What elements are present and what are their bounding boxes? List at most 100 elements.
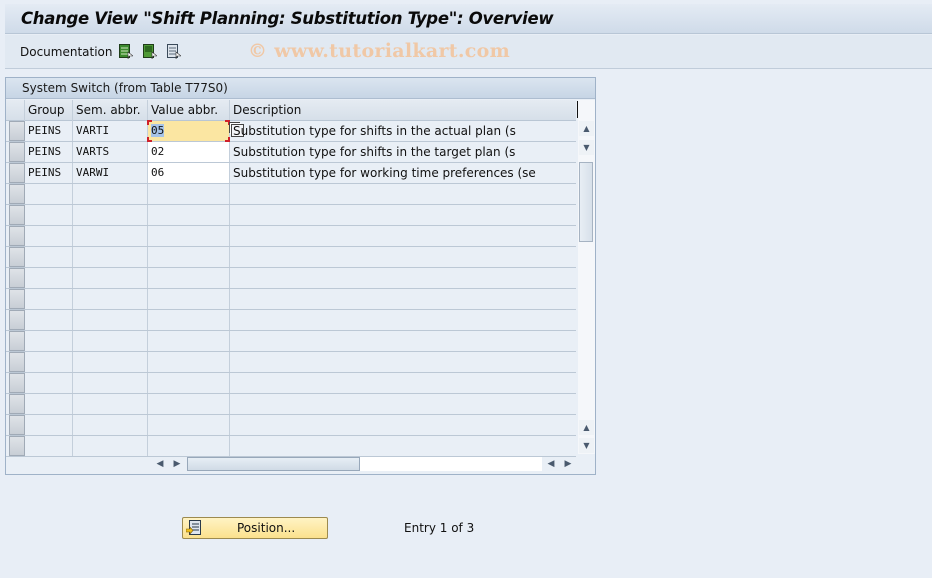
row-selector[interactable] (9, 289, 25, 309)
value-abbr-field (148, 352, 230, 372)
scroll-left-end-button[interactable]: ◀ (544, 457, 558, 471)
sem-abbr-cell (73, 394, 148, 414)
group-cell (25, 310, 73, 330)
description-cell (230, 268, 576, 288)
sem-abbr-cell (73, 289, 148, 309)
sem-abbr-cell: VARTI (73, 121, 148, 141)
cell-text: 05 (151, 124, 165, 137)
table-row (6, 436, 576, 457)
column-header-sem-abbr[interactable]: Sem. abbr. (73, 100, 148, 121)
row-selector[interactable] (9, 436, 25, 456)
watermark: © www.tutorialkart.com (248, 40, 511, 62)
group-cell: PEINS (25, 142, 73, 162)
deselect-all-icon[interactable] (167, 44, 181, 59)
row-selector[interactable] (9, 310, 25, 330)
row-selector[interactable] (9, 247, 25, 267)
panel-title: System Switch (from Table T77S0) (22, 81, 228, 95)
position-icon (186, 520, 201, 535)
row-selector[interactable] (9, 394, 25, 414)
vertical-scrollbar[interactable]: ▲ ▼ ▲ ▼ (578, 100, 595, 454)
documentation-button[interactable]: Documentation (20, 45, 113, 59)
sem-abbr-cell (73, 184, 148, 204)
group-cell (25, 394, 73, 414)
row-selector[interactable] (9, 184, 25, 204)
column-header-value-abbr[interactable]: Value abbr. (148, 100, 230, 121)
row-selector[interactable] (9, 352, 25, 372)
value-abbr-field (148, 415, 230, 435)
horizontal-scrollbar[interactable]: ◀ ▶ ◀ ▶ (151, 456, 576, 472)
row-selector[interactable] (9, 142, 25, 162)
group-cell (25, 184, 73, 204)
value-abbr-field (148, 289, 230, 309)
table-row (6, 415, 576, 436)
description-cell (230, 352, 576, 372)
row-selector[interactable] (9, 373, 25, 393)
group-cell (25, 415, 73, 435)
table-row: PEINS VARTS 02 Substitution type for shifts… (6, 142, 576, 163)
value-abbr-field[interactable]: 06 (148, 163, 230, 183)
title-bar: Change View "Shift Planning: Substitutio… (5, 4, 932, 34)
sem-abbr-cell (73, 247, 148, 267)
select-all-icon[interactable] (119, 44, 133, 59)
table-row (6, 226, 576, 247)
value-abbr-field (148, 268, 230, 288)
scroll-page-up-button[interactable]: ▲ (579, 420, 594, 435)
scroll-left-button[interactable]: ◀ (153, 457, 167, 471)
table-row (6, 184, 576, 205)
sem-abbr-cell (73, 373, 148, 393)
scroll-right-button[interactable]: ▶ (170, 457, 184, 471)
description-cell (230, 184, 576, 204)
table-row (6, 373, 576, 394)
sem-abbr-cell: VARTS (73, 142, 148, 162)
row-selector[interactable] (9, 331, 25, 351)
group-cell (25, 226, 73, 246)
table-row (6, 205, 576, 226)
focus-corner-marker (147, 120, 152, 125)
sem-abbr-cell: VARWI (73, 163, 148, 183)
table-row: PEINS VARWI 06 Substitution type for workin… (6, 163, 576, 184)
vertical-scroll-thumb[interactable] (579, 162, 593, 242)
select-all-rows-corner[interactable] (6, 100, 25, 121)
description-cell (230, 394, 576, 414)
group-cell (25, 268, 73, 288)
select-block-icon[interactable] (143, 44, 157, 59)
value-abbr-field (148, 394, 230, 414)
table-row (6, 247, 576, 268)
group-cell (25, 247, 73, 267)
sem-abbr-cell (73, 352, 148, 372)
row-selector[interactable] (9, 415, 25, 435)
value-abbr-field (148, 226, 230, 246)
group-cell: PEINS (25, 121, 73, 141)
horizontal-scroll-track[interactable] (187, 457, 542, 471)
value-abbr-field (148, 310, 230, 330)
scroll-up-button[interactable]: ▲ (579, 121, 594, 136)
entry-counter: Entry 1 of 3 (404, 521, 475, 535)
value-abbr-field[interactable]: 02 (148, 142, 230, 162)
description-cell (230, 331, 576, 351)
group-cell: PEINS (25, 163, 73, 183)
scroll-right-end-button[interactable]: ▶ (561, 457, 575, 471)
horizontal-scroll-thumb[interactable] (187, 457, 360, 471)
sem-abbr-cell (73, 226, 148, 246)
value-abbr-field[interactable]: 05 (147, 120, 244, 142)
row-selector[interactable] (9, 226, 25, 246)
row-selector[interactable] (9, 268, 25, 288)
sem-abbr-cell (73, 268, 148, 288)
row-selector[interactable] (9, 163, 25, 183)
position-button[interactable]: Position... (182, 517, 328, 539)
description-cell (230, 436, 576, 456)
value-abbr-field (148, 373, 230, 393)
description-cell (230, 226, 576, 246)
scroll-page-down-button[interactable]: ▼ (579, 438, 594, 453)
application-toolbar: Documentation © www.tutorialkart.com (5, 35, 932, 69)
column-header-description[interactable]: Description (230, 100, 576, 121)
group-cell (25, 436, 73, 456)
row-selector[interactable] (9, 121, 25, 141)
column-header-group[interactable]: Group (25, 100, 73, 121)
row-selector[interactable] (9, 205, 25, 225)
scroll-down-button[interactable]: ▼ (579, 140, 594, 155)
group-cell (25, 205, 73, 225)
sem-abbr-cell (73, 205, 148, 225)
table-row (6, 289, 576, 310)
page-title: Change View "Shift Planning: Substitutio… (21, 9, 554, 28)
